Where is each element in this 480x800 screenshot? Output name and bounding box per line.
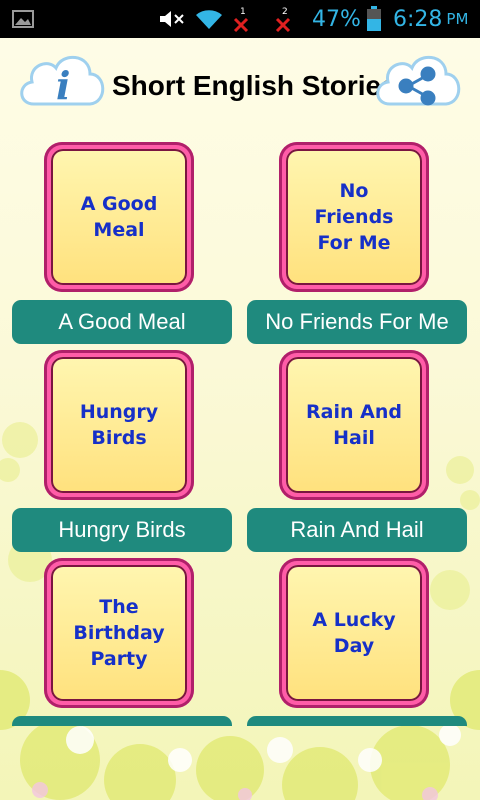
thumbnail-face: A Lucky Day (286, 565, 422, 701)
story-thumbnail[interactable]: A Good Meal (44, 142, 194, 292)
story-thumbnail[interactable]: Rain And Hail (279, 350, 429, 500)
gallery-icon (12, 0, 34, 38)
sim1-no-signal-icon: 1 (230, 0, 254, 38)
share-cloud-icon (376, 55, 461, 106)
app-header: i Short English Stories (0, 38, 480, 138)
clock-ampm: PM (446, 10, 469, 28)
page-title: Short English Stories (112, 70, 397, 101)
info-button[interactable]: i (14, 44, 110, 116)
mute-icon (158, 0, 186, 38)
thumbnail-title: Hungry Birds (79, 401, 159, 449)
story-label-button[interactable]: Hungry Birds (12, 508, 232, 552)
thumbnail-title: No Friends For Me (314, 180, 394, 254)
story-label-button[interactable] (247, 716, 467, 726)
story-thumbnail[interactable]: No Friends For Me (279, 142, 429, 292)
story-label-button[interactable]: A Good Meal (12, 300, 232, 344)
story-label-button[interactable]: Rain And Hail (247, 508, 467, 552)
thumbnail-title: Rain And Hail (306, 401, 402, 449)
svg-text:i: i (56, 63, 70, 108)
story-label-button[interactable]: No Friends For Me (247, 300, 467, 344)
svg-text:1: 1 (240, 7, 246, 17)
clock: 6:28 PM (393, 0, 468, 38)
story-grid: A Good Meal A Good Meal No Friends For M… (0, 140, 480, 800)
thumbnail-face: A Good Meal (51, 149, 187, 285)
story-thumbnail[interactable]: Hungry Birds (44, 350, 194, 500)
story-thumbnail[interactable]: The Birthday Party (44, 558, 194, 708)
thumbnail-title: The Birthday Party (73, 596, 165, 670)
story-label-button[interactable] (12, 716, 232, 726)
info-cloud-icon: i (20, 55, 105, 108)
svg-text:2: 2 (282, 7, 288, 17)
story-thumbnail[interactable]: A Lucky Day (279, 558, 429, 708)
thumbnail-face: Rain And Hail (286, 357, 422, 493)
battery-percent: 47% (312, 6, 361, 32)
thumbnail-face: Hungry Birds (51, 357, 187, 493)
clock-time: 6:28 (393, 6, 443, 32)
app-screen: 1 2 47% 6:28PM i Short English Stories (0, 0, 480, 800)
thumbnail-title: A Good Meal (80, 193, 158, 241)
status-bar: 1 2 47% 6:28 PM (0, 0, 480, 38)
thumbnail-face: No Friends For Me (286, 149, 422, 285)
sim2-no-signal-icon: 2 (272, 0, 296, 38)
thumbnail-face: The Birthday Party (51, 565, 187, 701)
battery-icon (366, 0, 382, 38)
wifi-icon (194, 0, 224, 38)
thumbnail-title: A Lucky Day (312, 609, 396, 657)
share-button[interactable] (370, 44, 466, 116)
